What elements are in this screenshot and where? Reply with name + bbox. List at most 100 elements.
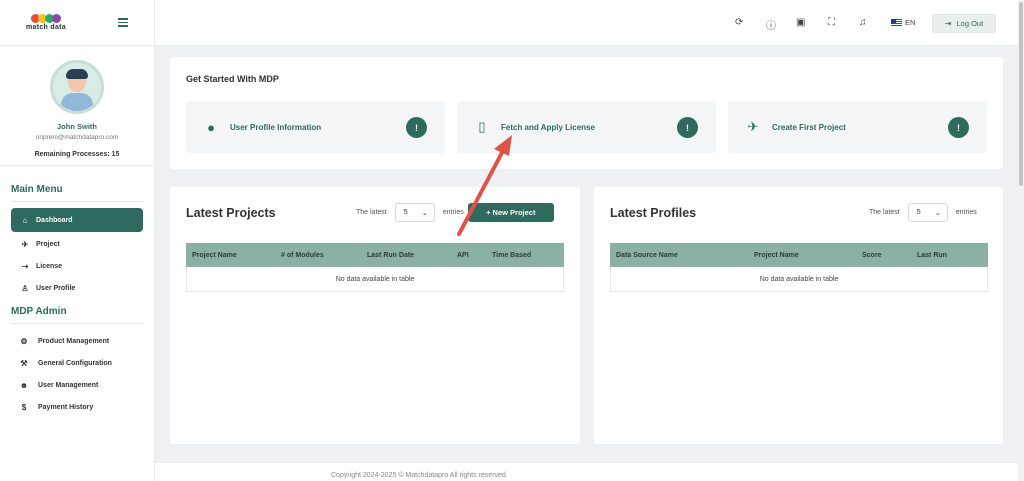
user-email: onprem@matchdatapro.com [35, 134, 119, 141]
sidebar-item-label: Project [36, 240, 60, 248]
the-latest-label: The latest [869, 209, 900, 216]
license-icon: ⇢ [21, 261, 29, 271]
get-started-label: Fetch and Apply License [501, 122, 595, 132]
column-header[interactable]: Score [862, 252, 881, 259]
column-header[interactable]: API [457, 252, 469, 259]
sidebar-item-label: Product Management [38, 337, 110, 345]
us-flag-icon [891, 19, 902, 26]
sidebar-item-label: License [36, 262, 63, 270]
sidebar-item-license[interactable]: ⇢ License [11, 255, 143, 277]
alert-badge: ! [406, 117, 427, 138]
get-started-label: Create First Project [772, 122, 846, 132]
get-started-user-profile[interactable]: ● User Profile Information ! [186, 101, 445, 153]
user-name: John Swith [57, 122, 97, 131]
the-latest-label: The latest [356, 209, 387, 216]
sidebar-item-user-management[interactable]: ☻ User Management [0, 374, 154, 396]
empty-table-message: No data available in table [610, 267, 988, 292]
sidebar: match data John Swith onprem@matchdatapr… [0, 0, 155, 481]
sidebar-item-label: General Configuration [38, 359, 112, 367]
refresh-icon[interactable]: ⟳ [735, 17, 743, 28]
table-header: Project Name # of Modules Last Run Date … [186, 243, 564, 267]
mdp-admin-title: MDP Admin [11, 306, 67, 317]
user-icon: ● [207, 119, 215, 135]
language-selector[interactable]: EN [891, 18, 915, 27]
license-file-icon: ▯ [478, 119, 486, 134]
logo-row: match data [0, 0, 154, 46]
sidebar-item-product-management[interactable]: ⚙ Product Management [0, 330, 154, 352]
logout-button[interactable]: ⇥ Log Out [932, 14, 996, 33]
sidebar-item-label: Payment History [38, 403, 94, 411]
main-menu-title: Main Menu [11, 184, 63, 195]
column-header[interactable]: Time Based [492, 252, 531, 259]
sidebar-item-label: User Management [38, 381, 99, 389]
top-bar: ⟳ ⓘ ▣ ⛶ ♫ EN ⇥ Log Out [155, 0, 1024, 46]
column-header[interactable]: Data Source Name [616, 252, 678, 259]
divider [11, 201, 143, 202]
fullscreen-icon[interactable]: ⛶ [828, 17, 835, 28]
sidebar-item-payment-history[interactable]: $ Payment History [0, 396, 154, 418]
language-label: EN [905, 18, 916, 27]
get-started-label: User Profile Information [230, 122, 322, 132]
empty-table-message: No data available in table [186, 267, 564, 292]
remaining-processes: Remaining Processes: 15 [34, 151, 120, 158]
latest-projects-card: Latest Projects The latest 5 ⌄ entries +… [170, 187, 580, 444]
get-started-create-project[interactable]: ✈ Create First Project ! [728, 101, 987, 153]
divider [11, 323, 143, 324]
layout-icon[interactable]: ▣ [796, 17, 805, 28]
user-icon: ♙ [21, 283, 29, 293]
logout-icon: ⇥ [944, 19, 952, 28]
entries-select-value: 5 [916, 209, 921, 216]
new-project-button[interactable]: + New Project [467, 203, 554, 222]
logo-dots [31, 14, 61, 23]
latest-projects-table: Project Name # of Modules Last Run Date … [186, 243, 564, 292]
column-header[interactable]: # of Modules [281, 252, 324, 259]
avatar [50, 60, 104, 114]
latest-projects-controls: The latest 5 ⌄ entries + New Project [356, 203, 554, 222]
menu-toggle-icon[interactable] [118, 18, 128, 29]
get-started-fetch-license[interactable]: ▯ Fetch and Apply License ! [457, 101, 716, 153]
latest-profiles-title: Latest Profiles [610, 206, 697, 220]
logout-label: Log Out [956, 19, 984, 28]
scrollbar-thumb[interactable] [1019, 2, 1023, 186]
home-icon: ⌂ [22, 215, 28, 225]
sidebar-item-label: User Profile [36, 284, 76, 292]
sidebar-item-general-configuration[interactable]: ⚒ General Configuration [0, 352, 154, 374]
sidebar-item-label: Dashboard [36, 216, 73, 224]
logo-text: match data [26, 24, 66, 31]
latest-projects-title: Latest Projects [186, 206, 276, 220]
entries-label: entries [442, 209, 464, 216]
get-started-card: Get Started With MDP ● User Profile Info… [170, 57, 1003, 169]
copyright-text: Copyright 2024-2025 © Matchdatapro All r… [331, 472, 508, 479]
rocket-icon: ✈ [21, 239, 29, 249]
entries-select-value: 5 [403, 209, 408, 216]
get-started-title: Get Started With MDP [186, 74, 279, 84]
entries-select[interactable]: 5 ⌄ [394, 203, 435, 222]
column-header[interactable]: Project Name [192, 252, 237, 259]
logo[interactable]: match data [22, 14, 70, 31]
users-icon: ☻ [19, 380, 29, 390]
footer: Copyright 2024-2025 © Matchdatapro All r… [155, 462, 1024, 481]
page-scrollbar[interactable] [1018, 0, 1024, 481]
user-profile-summary: John Swith onprem@matchdatapro.com Remai… [0, 46, 154, 166]
chevron-down-icon: ⌄ [421, 209, 428, 217]
entries-label: entries [955, 209, 977, 216]
gears-icon: ⚙ [20, 336, 28, 346]
rocket-icon: ✈ [747, 119, 759, 134]
table-header: Data Source Name Project Name Score Last… [610, 243, 988, 267]
latest-profiles-controls: The latest 5 ⌄ entries [869, 203, 977, 222]
help-icon[interactable]: ⓘ [766, 17, 776, 32]
latest-profiles-table: Data Source Name Project Name Score Last… [610, 243, 988, 292]
column-header[interactable]: Last Run Date [367, 252, 414, 259]
latest-profiles-card: Latest Profiles The latest 5 ⌄ entries D… [594, 187, 1003, 444]
chevron-down-icon: ⌄ [934, 209, 941, 217]
column-header[interactable]: Last Run [917, 252, 947, 259]
alert-badge: ! [948, 117, 969, 138]
wrench-icon: ⚒ [20, 358, 28, 368]
alert-badge: ! [677, 117, 698, 138]
sidebar-item-user-profile[interactable]: ♙ User Profile [11, 277, 143, 299]
sidebar-item-project[interactable]: ✈ Project [11, 233, 143, 255]
bell-icon[interactable]: ♫ [859, 17, 867, 28]
entries-select[interactable]: 5 ⌄ [907, 203, 948, 222]
column-header[interactable]: Project Name [754, 252, 799, 259]
sidebar-item-dashboard[interactable]: ⌂ Dashboard [11, 208, 143, 232]
